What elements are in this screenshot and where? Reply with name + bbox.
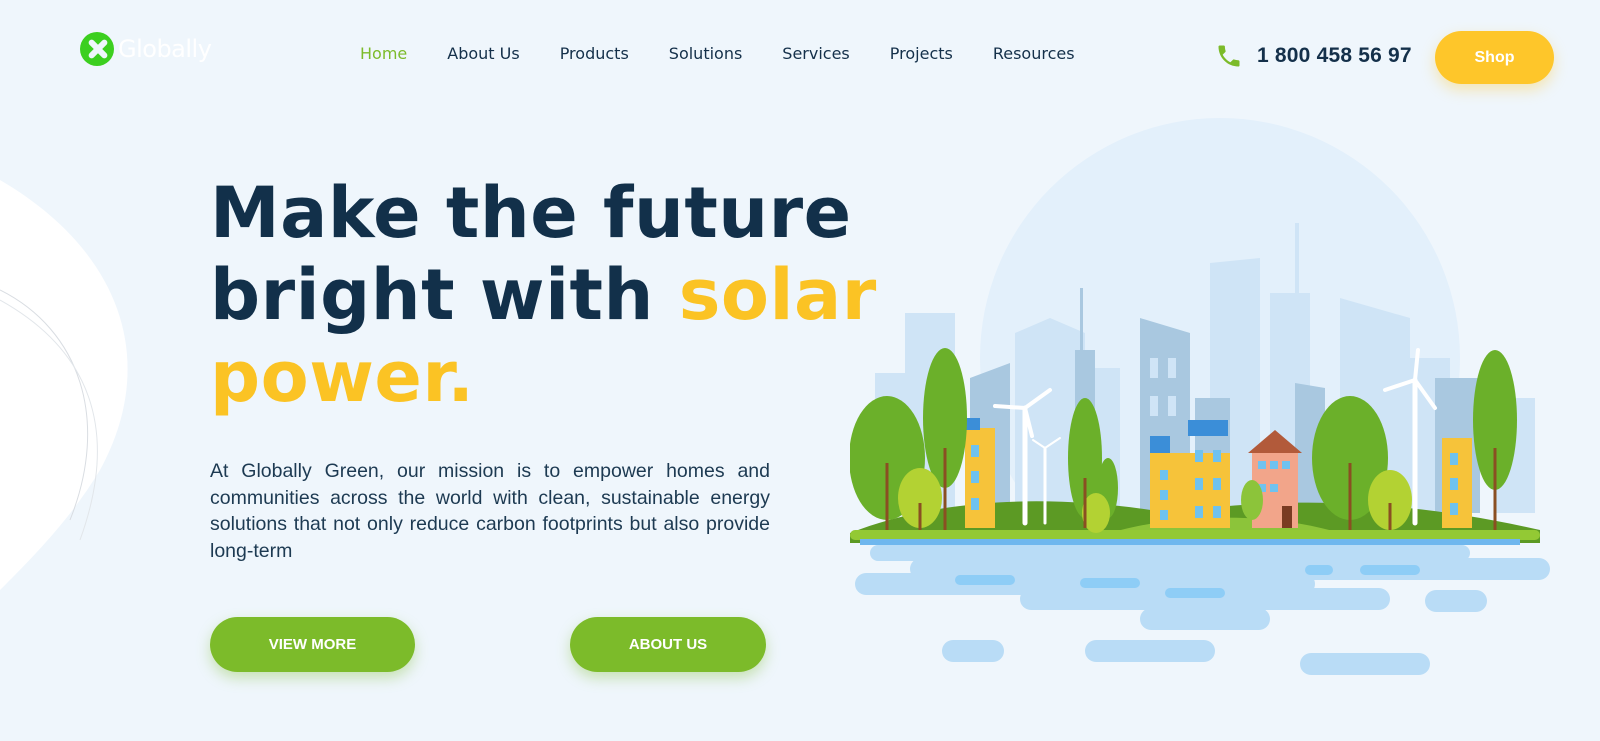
nav-item-resources[interactable]: Resources	[993, 44, 1075, 63]
hero-title-line1: Make the future	[210, 172, 852, 254]
nav-item-projects[interactable]: Projects	[890, 44, 953, 63]
brand-name: Globally	[118, 35, 212, 63]
phone-icon	[1218, 45, 1240, 67]
nav-item-about-us[interactable]: About Us	[447, 44, 519, 63]
view-more-button[interactable]: VIEW MORE	[210, 617, 415, 672]
nav-item-solutions[interactable]: Solutions	[669, 44, 743, 63]
globe-leaf-icon	[80, 32, 114, 66]
background-swoosh	[0, 180, 128, 590]
contact-phone[interactable]: 1 800 458 56 97	[1215, 42, 1412, 70]
phone-number: 1 800 458 56 97	[1257, 44, 1412, 67]
hero-title-highlight-solar: solar	[678, 254, 877, 336]
about-us-button[interactable]: ABOUT US	[570, 617, 766, 672]
hero-description: At Globally Green, our mission is to emp…	[210, 460, 770, 562]
main-nav: Home About Us Products Solutions Service…	[360, 44, 1115, 63]
shop-button[interactable]: Shop	[1435, 31, 1554, 84]
nav-item-services[interactable]: Services	[782, 44, 849, 63]
hero-title: Make the future bright with solar power.	[210, 172, 877, 418]
nav-item-products[interactable]: Products	[560, 44, 629, 63]
hero-title-highlight-power: power.	[210, 336, 475, 418]
brand-logo[interactable]: Globally	[80, 32, 212, 66]
hero-title-line2: bright with	[210, 254, 679, 336]
solar-city-illustration	[850, 118, 1550, 675]
nav-item-home[interactable]: Home	[360, 44, 407, 63]
